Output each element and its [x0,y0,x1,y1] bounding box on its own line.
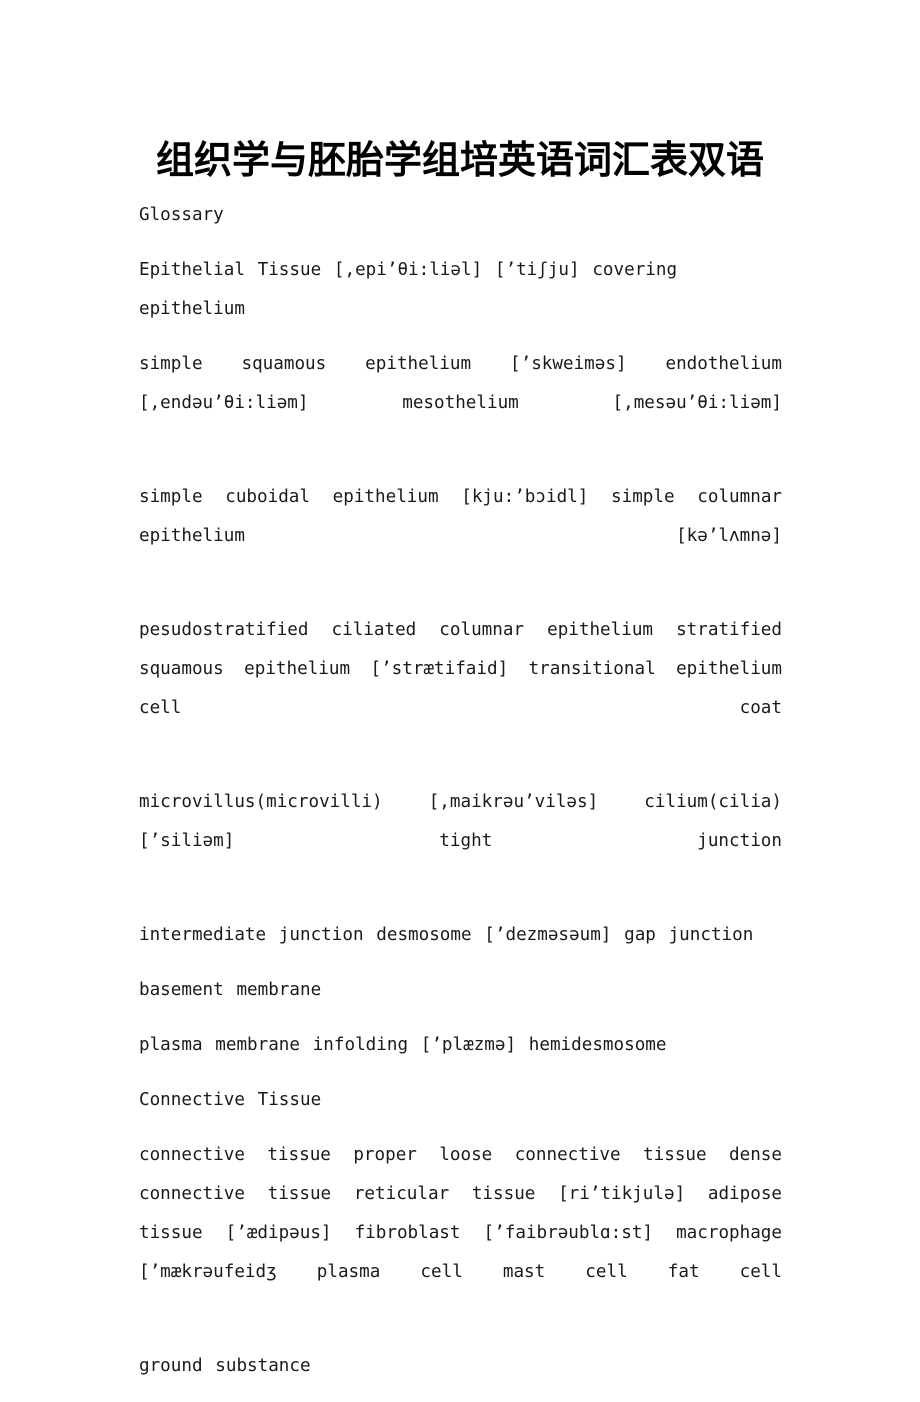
paragraph-ground-substance: ground substance [139,1356,311,1376]
document-page: 组织学与胚胎学组培英语词汇表双语 Glossary Epithelial Tis… [0,0,920,1376]
paragraph-simple-cuboidal-epithelium: simple cuboidal epithelium [kju:’bɔidl] … [139,487,782,546]
page-title: 组织学与胚胎学组培英语词汇表双语 [155,137,764,183]
paragraph-basement-membrane: basement membrane [139,980,322,1000]
paragraph-plasma-membrane-infolding: plasma membrane infolding [’plæzmə] hemi… [139,1035,667,1055]
document-body: Glossary Epithelial Tissue [,epi’θi:liəl… [139,196,782,1402]
paragraph-epithelial-tissue: Epithelial Tissue [,epi’θi:liəl] [’tiʃju… [139,260,678,319]
paragraph-pseudostratified-epithelium: pesudostratified ciliated columnar epith… [139,620,782,718]
paragraph-connective-tissue-heading: Connective Tissue [139,1090,322,1110]
paragraph-intermediate-junction: intermediate junction desmosome [’dezməs… [139,925,754,945]
paragraph-simple-squamous-epithelium: simple squamous epithelium [’skweiməs] e… [139,354,782,413]
paragraph-microvillus-cilium: microvillus(microvilli) [,maikrəu’viləs]… [139,792,782,851]
heading-glossary: Glossary [139,205,224,225]
